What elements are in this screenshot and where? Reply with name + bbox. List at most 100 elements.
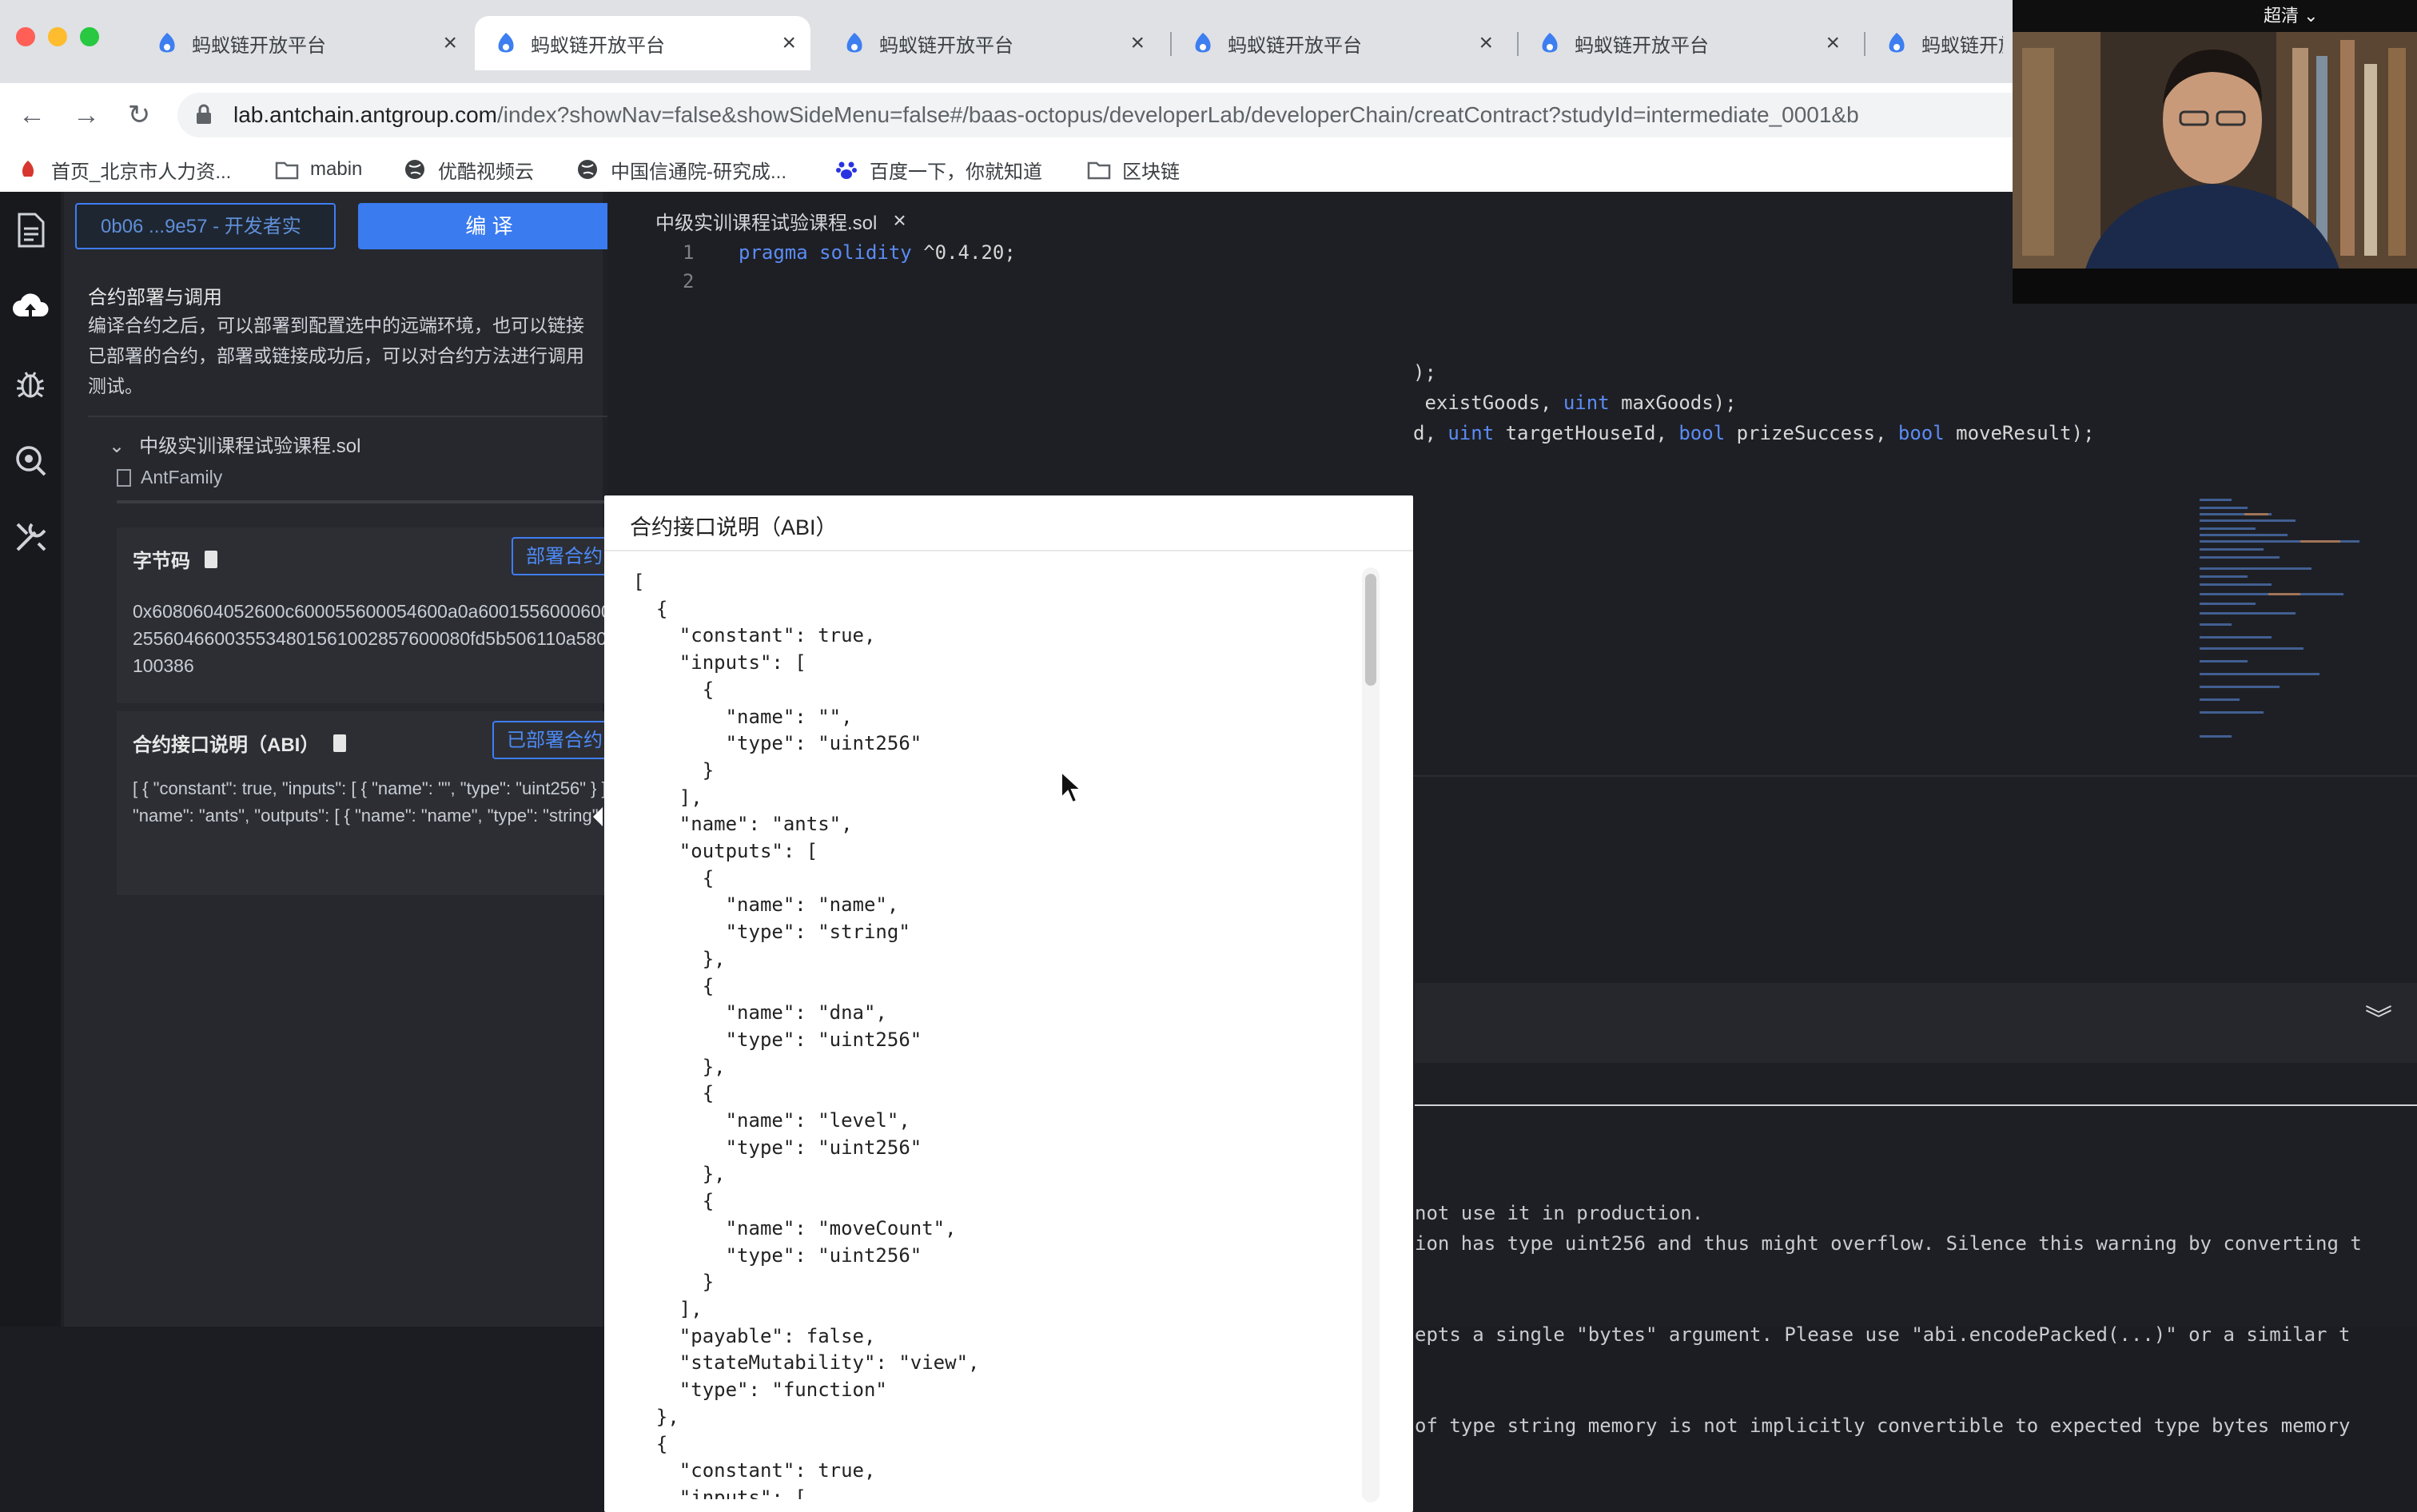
- divider: [88, 416, 623, 417]
- bytecode-card: 字节码 部署合约 0x6080604052600c600055600054600…: [117, 527, 628, 703]
- compile-button[interactable]: 编 译: [358, 203, 620, 249]
- file-icon[interactable]: [10, 209, 51, 251]
- code-line[interactable]: d, uint targetHouseId, bool prizeSuccess…: [1413, 422, 2095, 444]
- red-bookmark-icon: [22, 161, 34, 177]
- deploy-contract-button[interactable]: 部署合约: [512, 537, 617, 575]
- modal-scrollbar-thumb[interactable]: [1365, 574, 1376, 686]
- globe-icon: [405, 160, 424, 179]
- code-keyword: pragma: [739, 241, 808, 264]
- bookmark-label: mabin: [310, 158, 363, 180]
- code-line[interactable]: existGoods, uint maxGoods);: [1413, 392, 1737, 414]
- tab-close-icon[interactable]: ×: [1826, 31, 1840, 55]
- deployed-contract-button[interactable]: 已部署合约: [492, 721, 617, 759]
- bookmark-item[interactable]: 优酷视频云: [403, 153, 534, 185]
- console-divider: [1415, 1104, 2417, 1106]
- console-line: not use it in production.: [1415, 1202, 1704, 1224]
- editor-file-tab[interactable]: 中级实训课程试验课程.sol ×: [655, 201, 906, 240]
- copy-icon[interactable]: [205, 550, 217, 568]
- bookmark-item[interactable]: 区块链: [1087, 153, 1180, 185]
- url-omnibox[interactable]: lab.antchain.antgroup.com/index?showNav=…: [177, 93, 2335, 137]
- console-line: of type string memory is not implicitly …: [1415, 1415, 2351, 1437]
- window-minimize-button[interactable]: [48, 27, 67, 46]
- tab-close-icon[interactable]: ×: [1130, 31, 1145, 55]
- back-arrow-icon[interactable]: ←: [13, 96, 51, 134]
- double-chevron-down-icon[interactable]: ︾: [2363, 1004, 2395, 1036]
- copy-icon[interactable]: [333, 734, 347, 752]
- bookmark-label: 中国信通院-研究成...: [611, 161, 786, 183]
- account-selector[interactable]: 0b06 ...9e57 - 开发者实: [75, 203, 336, 249]
- code-minimap[interactable]: [2196, 495, 2380, 767]
- line-number: 1: [683, 241, 695, 264]
- video-quality-label[interactable]: 超清 ⌄: [2264, 2, 2319, 27]
- abi-title: 合约接口说明（ABI）: [133, 734, 320, 756]
- close-icon[interactable]: ×: [893, 208, 906, 233]
- forward-arrow-icon[interactable]: →: [67, 96, 106, 134]
- tab-title: 蚂蚁链开放平台: [879, 34, 1013, 57]
- tab-close-icon[interactable]: ×: [782, 31, 796, 55]
- window-maximize-button[interactable]: [80, 27, 99, 46]
- divider: [117, 500, 628, 503]
- code-text: maxGoods);: [1609, 392, 1737, 414]
- baidu-paw-icon: [836, 161, 857, 179]
- browser-tab[interactable]: 蚂蚁链开放平台 ×: [823, 16, 1159, 70]
- section-title: 合约部署与调用: [88, 287, 222, 308]
- abi-card: 合约接口说明（ABI） 已部署合约 [ { "constant": true, …: [117, 711, 628, 895]
- browser-tab-active[interactable]: 蚂蚁链开放平台 ×: [475, 16, 810, 70]
- abi-modal: 合约接口说明（ABI） [ { "constant": true, "input…: [604, 495, 1413, 1512]
- tab-title: 蚂蚁链开放平台: [1228, 34, 1362, 57]
- ant-logo-icon: [159, 33, 175, 53]
- code-text: d,: [1413, 422, 1448, 444]
- abi-json-content[interactable]: [ { "constant": true, "inputs": [ { "nam…: [633, 569, 1320, 1499]
- abi-preview[interactable]: [ { "constant": true, "inputs": [ { "nam…: [133, 775, 620, 830]
- contract-file-tree-item[interactable]: ⌄ 中级实训课程试验课程.sol: [109, 430, 360, 458]
- console-line: ion has type uint256 and thus might over…: [1415, 1232, 2362, 1255]
- folder-icon: [275, 161, 299, 180]
- bytecode-title-row: 字节码: [133, 545, 217, 573]
- document-icon: [117, 468, 131, 487]
- code-line[interactable]: pragma solidity ^0.4.20;: [739, 241, 1016, 264]
- console-line: epts a single "bytes" argument. Please u…: [1415, 1323, 2351, 1346]
- cloud-upload-icon[interactable]: [10, 286, 51, 328]
- tab-close-icon[interactable]: ×: [1479, 31, 1493, 55]
- browser-tab[interactable]: 蚂蚁链开放平台 ×: [1172, 16, 1507, 70]
- folder-icon: [1087, 161, 1111, 180]
- url-domain: lab.antchain.antgroup.com: [233, 102, 497, 127]
- code-text: prizeSuccess,: [1725, 422, 1898, 444]
- tab-title: 蚂蚁链开放平台: [192, 34, 326, 57]
- bookmark-item[interactable]: mabin: [275, 153, 362, 185]
- tab-close-icon[interactable]: ×: [443, 31, 457, 55]
- url-text: lab.antchain.antgroup.com/index?showNav=…: [233, 102, 1859, 128]
- code-line[interactable]: );: [1413, 361, 1436, 384]
- section-description: 编译合约之后，可以部署到配置选中的远端环境，也可以链接已部署的合约，部署或链接成…: [88, 315, 584, 396]
- bookmark-item[interactable]: 首页_北京市人力资...: [16, 153, 231, 185]
- browser-tab[interactable]: 蚂蚁链开放: [1866, 16, 2017, 70]
- bug-icon[interactable]: [10, 363, 51, 404]
- webcam-bottom-bar: [2013, 269, 2417, 304]
- tools-icon[interactable]: [10, 516, 51, 558]
- bytecode-title: 字节码: [133, 551, 190, 572]
- modal-scrollbar[interactable]: [1362, 567, 1380, 1502]
- ant-logo-icon: [498, 33, 514, 53]
- contract-item[interactable]: AntFamily: [117, 467, 222, 488]
- bytecode-value: 0x6080604052600c600055600054600a0a600155…: [133, 601, 617, 676]
- browser-tab[interactable]: 蚂蚁链开放平台 ×: [1519, 16, 1854, 70]
- ant-logo-icon: [846, 33, 862, 53]
- code-text: moveResult);: [1944, 422, 2095, 444]
- bookmark-item[interactable]: 百度一下，你就知道: [834, 153, 1042, 185]
- editor-divider: [1407, 775, 2417, 777]
- console-header: [1415, 983, 2417, 1063]
- lock-icon: [197, 104, 211, 124]
- tab-title: 蚂蚁链开放平台: [531, 34, 665, 57]
- video-quality-text: 超清: [2264, 6, 2300, 26]
- line-number: 2: [683, 270, 695, 292]
- ant-logo-icon: [1889, 33, 1905, 53]
- bookmark-item[interactable]: 中国信通院-研究成...: [575, 153, 786, 185]
- browser-tab[interactable]: 蚂蚁链开放平台 ×: [136, 16, 472, 70]
- reload-icon[interactable]: ↻: [120, 96, 158, 134]
- window-close-button[interactable]: [16, 27, 35, 46]
- search-icon[interactable]: [10, 440, 51, 481]
- code-keyword: uint: [1563, 392, 1610, 414]
- code-keyword: solidity: [819, 241, 912, 264]
- ide-app: 0b06 ...9e57 - 开发者实 编 译 合约部署与调用 编译合约之后，可…: [0, 192, 2417, 1512]
- abi-title-row: 合约接口说明（ABI）: [133, 729, 347, 757]
